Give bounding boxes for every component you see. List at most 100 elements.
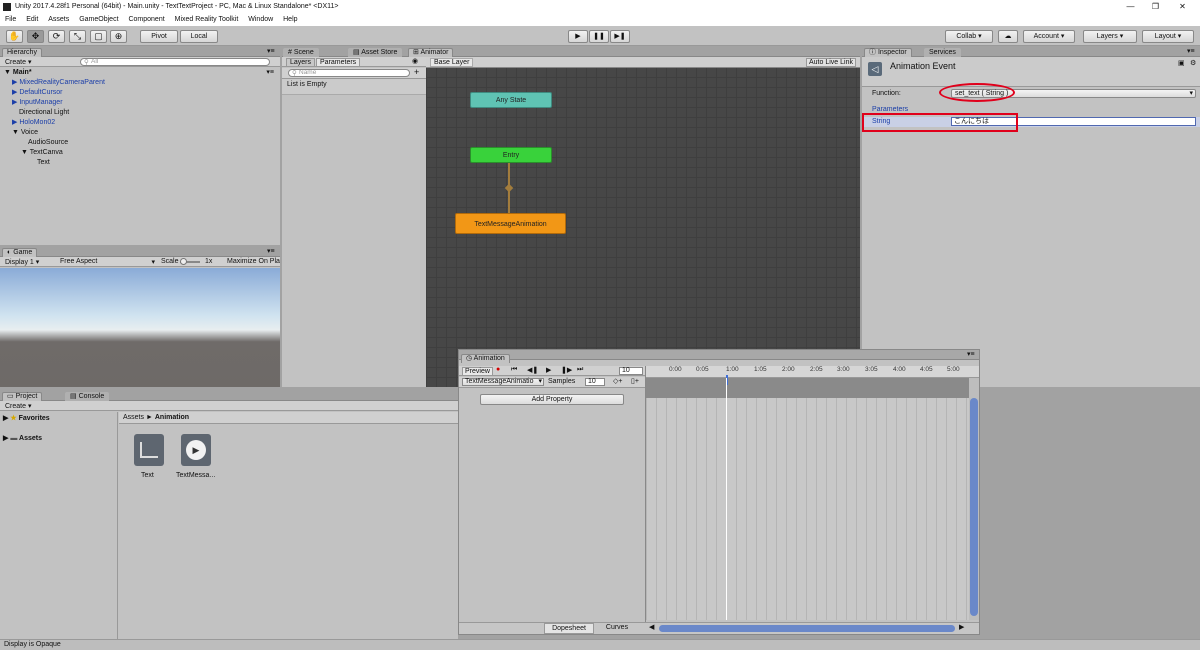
breadcrumb-animation[interactable]: Animation xyxy=(155,414,189,421)
base-layer-breadcrumb[interactable]: Base Layer xyxy=(430,58,474,67)
layers-dropdown[interactable]: Layers ▾ xyxy=(1083,30,1137,43)
menu-edit[interactable]: Edit xyxy=(26,16,38,23)
menu-component[interactable]: Component xyxy=(128,16,164,23)
help-icon[interactable]: ▣ xyxy=(1178,59,1185,67)
tab-animator[interactable]: ⊞ Animator xyxy=(408,48,454,57)
hierarchy-create-dropdown[interactable]: Create ▾ xyxy=(5,58,31,66)
menu-gameobject[interactable]: GameObject xyxy=(79,16,118,23)
frame-input[interactable]: 10 xyxy=(619,367,643,375)
scene-root[interactable]: ▼ Main* ▾≡ xyxy=(0,68,280,78)
tree-item-directional-light[interactable]: Directional Light xyxy=(0,108,280,118)
horizontal-scroll-thumb[interactable] xyxy=(659,625,955,632)
tab-parameters[interactable]: Parameters xyxy=(316,58,361,67)
display-dropdown[interactable]: Display 1 ▾ xyxy=(5,258,39,266)
tab-game[interactable]: ◐ Game xyxy=(2,248,38,257)
tree-item-voice[interactable]: ▼ Voice xyxy=(0,128,280,138)
favorites-item[interactable]: ▶ ★ Favorites xyxy=(3,414,50,422)
add-keyframe-icon[interactable]: ◇+ xyxy=(613,377,622,385)
tab-project[interactable]: ▭ Project xyxy=(2,392,43,401)
gear-icon[interactable]: ⚙ xyxy=(1190,59,1196,67)
tree-item-mixedrealitycameraparent[interactable]: ▶ MixedRealityCameraParent xyxy=(0,78,280,88)
collab-dropdown[interactable]: Collab ▾ xyxy=(945,30,993,43)
aspect-dropdown[interactable]: Free Aspect ▾ xyxy=(60,258,155,266)
pivot-toggle[interactable]: Pivot xyxy=(140,30,178,43)
next-key-button[interactable]: ❚▶ xyxy=(561,366,572,374)
panel-menu-icon[interactable]: ▾≡ xyxy=(967,350,975,358)
record-button[interactable]: ● xyxy=(496,366,500,373)
hand-tool-icon[interactable]: ✋ xyxy=(6,30,23,43)
menu-file[interactable]: File xyxy=(5,16,16,23)
menu-assets[interactable]: Assets xyxy=(48,16,69,23)
pause-button[interactable]: ❚❚ xyxy=(589,30,609,43)
tree-item-text[interactable]: Text xyxy=(0,158,280,168)
tab-asset-store[interactable]: ▤ Asset Store xyxy=(348,48,403,57)
scroll-left-icon[interactable]: ◀ xyxy=(649,623,654,631)
assets-folder-item[interactable]: ▶ ▬ Assets xyxy=(3,434,42,442)
panel-menu-icon[interactable]: ▾≡ xyxy=(267,247,275,255)
add-event-icon[interactable]: ▯+ xyxy=(631,377,639,385)
prev-key-button[interactable]: ◀❚ xyxy=(527,366,538,374)
vertical-scrollbar[interactable] xyxy=(969,378,979,620)
play-button[interactable]: ▶ xyxy=(568,30,588,43)
add-property-button[interactable]: Add Property xyxy=(480,394,624,405)
tab-layers[interactable]: Layers xyxy=(286,58,316,67)
game-viewport[interactable] xyxy=(0,268,280,387)
scroll-right-icon[interactable]: ▶ xyxy=(959,623,964,631)
state-text-message-animation[interactable]: TextMessageAnimation xyxy=(455,213,566,234)
scale-tool-icon[interactable]: ⤡ xyxy=(69,30,86,43)
eye-icon[interactable]: ◉ xyxy=(412,57,418,65)
tab-animation[interactable]: ◷ Animation xyxy=(461,354,510,363)
animation-clip-icon[interactable]: ▶ xyxy=(181,434,211,466)
tree-item-holomon02[interactable]: ▶ HoloMon02 xyxy=(0,118,280,128)
scroll-thumb[interactable] xyxy=(970,398,978,616)
tree-item-defaultcursor[interactable]: ▶ DefaultCursor xyxy=(0,88,280,98)
auto-live-link-toggle[interactable]: Auto Live Link xyxy=(806,58,856,67)
tree-item-audiosource[interactable]: AudioSource xyxy=(0,138,280,148)
transform-tool-icon[interactable]: ⊕ xyxy=(110,30,127,43)
menu-help[interactable]: Help xyxy=(283,16,297,23)
tree-item-textcanva[interactable]: ▼ TextCanva xyxy=(0,148,280,158)
samples-input[interactable]: 10 xyxy=(585,378,605,386)
menu-mixed-reality-toolkit[interactable]: Mixed Reality Toolkit xyxy=(175,16,239,23)
animator-graph[interactable]: Base Layer Auto Live Link Any State Entr… xyxy=(426,57,860,387)
move-tool-icon[interactable]: ✥ xyxy=(27,30,44,43)
scene-menu-icon[interactable]: ▾≡ xyxy=(266,68,274,78)
add-parameter-icon[interactable]: + xyxy=(414,67,419,77)
scale-slider[interactable] xyxy=(180,258,200,265)
playhead[interactable] xyxy=(726,378,727,620)
tab-scene[interactable]: # Scene xyxy=(283,48,319,57)
project-create-dropdown[interactable]: Create ▾ xyxy=(5,402,31,410)
layout-dropdown[interactable]: Layout ▾ xyxy=(1142,30,1194,43)
last-key-button[interactable]: ⏭ xyxy=(577,366,583,374)
hierarchy-search-input[interactable]: ⚲ All xyxy=(80,58,270,66)
clip-dropdown[interactable]: TextMessageAnimatio ▾ xyxy=(462,378,544,386)
minimize-icon[interactable]: — xyxy=(1118,0,1143,14)
preview-toggle[interactable]: Preview xyxy=(462,367,493,376)
maximize-icon[interactable]: ❐ xyxy=(1143,0,1168,14)
menu-window[interactable]: Window xyxy=(248,16,273,23)
maximize-on-play-toggle[interactable]: Maximize On Pla xyxy=(227,258,280,265)
breadcrumb-assets[interactable]: Assets xyxy=(123,414,144,421)
rect-tool-icon[interactable]: ▢ xyxy=(90,30,107,43)
account-dropdown[interactable]: Account ▾ xyxy=(1023,30,1075,43)
local-toggle[interactable]: Local xyxy=(180,30,218,43)
first-key-button[interactable]: ⏮ xyxy=(511,366,517,374)
cloud-icon[interactable]: ☁ xyxy=(998,30,1018,43)
state-any-state[interactable]: Any State xyxy=(470,92,552,108)
tab-services[interactable]: Services xyxy=(924,48,961,57)
scale-slider-thumb[interactable] xyxy=(180,258,187,265)
dopesheet-area[interactable] xyxy=(646,378,969,620)
rotate-tool-icon[interactable]: ⟳ xyxy=(48,30,65,43)
tab-console[interactable]: ▤ Console xyxy=(65,392,110,401)
tab-hierarchy[interactable]: Hierarchy xyxy=(2,48,42,57)
play-preview-button[interactable]: ▶ xyxy=(546,366,551,374)
tree-item-inputmanager[interactable]: ▶ InputManager xyxy=(0,98,280,108)
close-icon[interactable]: ✕ xyxy=(1170,0,1195,14)
dopesheet-tab[interactable]: Dopesheet xyxy=(544,623,594,634)
tab-inspector[interactable]: ⓘ Inspector xyxy=(864,48,912,57)
panel-menu-icon[interactable]: ▾≡ xyxy=(267,47,275,55)
step-button[interactable]: ▶❚ xyxy=(610,30,630,43)
event-track[interactable] xyxy=(646,375,969,398)
parameters-search-input[interactable]: ⚲ Name xyxy=(288,69,410,77)
animator-controller-icon[interactable] xyxy=(134,434,164,466)
